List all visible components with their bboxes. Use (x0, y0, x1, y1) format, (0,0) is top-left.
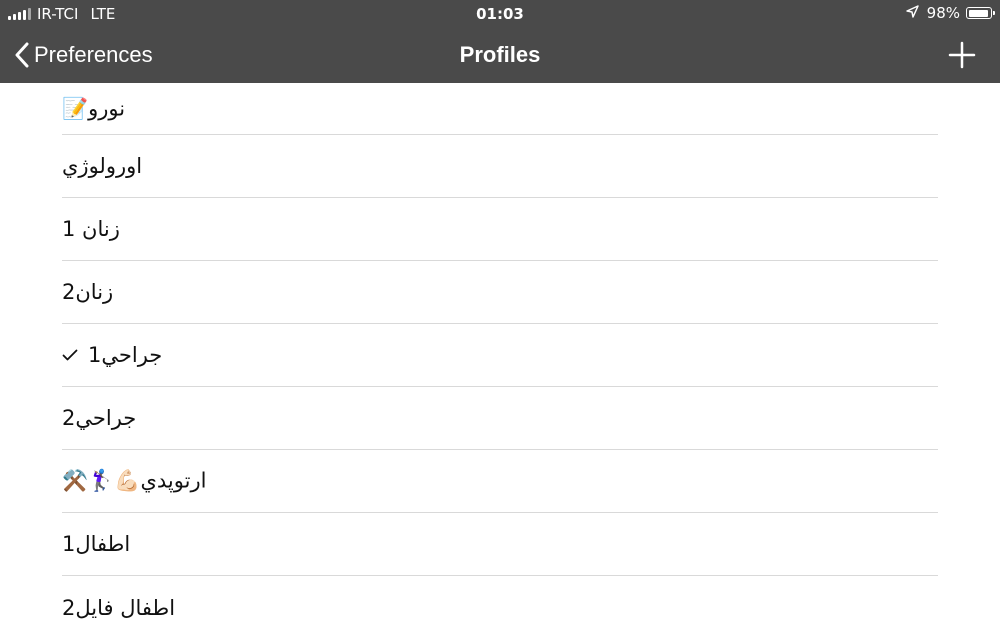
profile-row[interactable]: ارتوپدي💪🏻🏌🏽‍♀️⚒️ (62, 450, 938, 513)
profile-row[interactable]: اطفال1 (62, 513, 938, 576)
profile-label: زنان2 (62, 280, 114, 304)
profile-label: نورو📝 (62, 96, 126, 120)
profile-label: زنان 1 (62, 217, 120, 241)
chevron-left-icon (14, 42, 30, 68)
profile-row[interactable]: جراحي2 (62, 387, 938, 450)
checkmark-icon (62, 349, 78, 361)
location-arrow-icon (905, 4, 919, 22)
profile-row[interactable]: نورو📝 (62, 83, 938, 135)
profile-label: جراحي2 (62, 406, 137, 430)
back-button-label: Preferences (34, 42, 153, 67)
profile-label: اطفال فايل2 (62, 595, 176, 620)
profile-label: اطفال1 (62, 532, 131, 556)
profile-label: ارتوپدي💪🏻🏌🏽‍♀️⚒️ (62, 468, 207, 493)
profile-row-selected[interactable]: جراحي1 (62, 324, 938, 387)
navigation-bar: IR-TCI LTE 01:03 98% Preferences Profile… (0, 0, 1000, 83)
plus-icon (948, 41, 976, 69)
profile-row[interactable]: زنان 1 (62, 198, 938, 261)
add-profile-button[interactable] (945, 38, 979, 72)
status-bar: IR-TCI LTE 01:03 98% (0, 0, 1000, 28)
profile-row[interactable]: اورولوژي (62, 135, 938, 198)
battery-percentage: 98% (926, 4, 960, 22)
profiles-list: نورو📝 اورولوژي زنان 1 زنان2 جراحي1 جراحي… (0, 83, 1000, 639)
profile-row[interactable]: اطفال فايل2 (62, 576, 938, 639)
back-button[interactable]: Preferences (14, 38, 153, 72)
battery-icon (966, 7, 995, 19)
profile-label: جراحي1 (88, 343, 163, 367)
profile-row[interactable]: زنان2 (62, 261, 938, 324)
profile-label: اورولوژي (62, 154, 143, 178)
clock: 01:03 (476, 5, 524, 23)
